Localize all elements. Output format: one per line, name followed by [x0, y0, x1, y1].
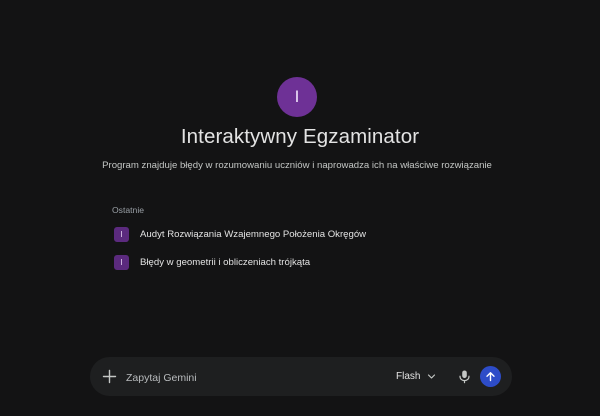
plus-icon[interactable] [101, 368, 118, 385]
recent-chat-avatar-letter: I [120, 229, 123, 239]
gem-title: Interaktywny Egzaminator [180, 125, 420, 148]
recent-chat-avatar: I [114, 226, 129, 242]
recent-chat-avatar-letter: I [120, 257, 123, 267]
model-selector[interactable]: Flash [396, 368, 436, 385]
recent-chat-item[interactable]: I Błędy w geometrii i obliczeniach trójk… [114, 253, 310, 271]
microphone-icon[interactable] [457, 369, 472, 384]
prompt-composer: Flash [90, 357, 512, 396]
recent-chat-label: Błędy w geometrii i obliczeniach trójkąt… [140, 256, 311, 268]
chevron-down-icon [428, 374, 436, 379]
model-label: Flash [396, 371, 421, 382]
gem-description: Program znajduje błędy w rozumowaniu ucz… [102, 160, 492, 171]
recent-chat-avatar: I [114, 254, 129, 270]
gem-avatar: I [277, 77, 317, 117]
send-button[interactable] [480, 366, 501, 387]
arrow-up-icon [486, 372, 495, 382]
gem-avatar-letter: I [294, 87, 300, 106]
recent-heading: Ostatnie [112, 205, 145, 215]
gem-start-page: I Interaktywny Egzaminator Program znajd… [0, 0, 600, 416]
recent-chat-label: Audyt Rozwiązania Wzajemnego Położenia O… [140, 228, 367, 240]
recent-chat-item[interactable]: I Audyt Rozwiązania Wzajemnego Położenia… [114, 225, 366, 243]
prompt-input[interactable] [124, 367, 378, 388]
